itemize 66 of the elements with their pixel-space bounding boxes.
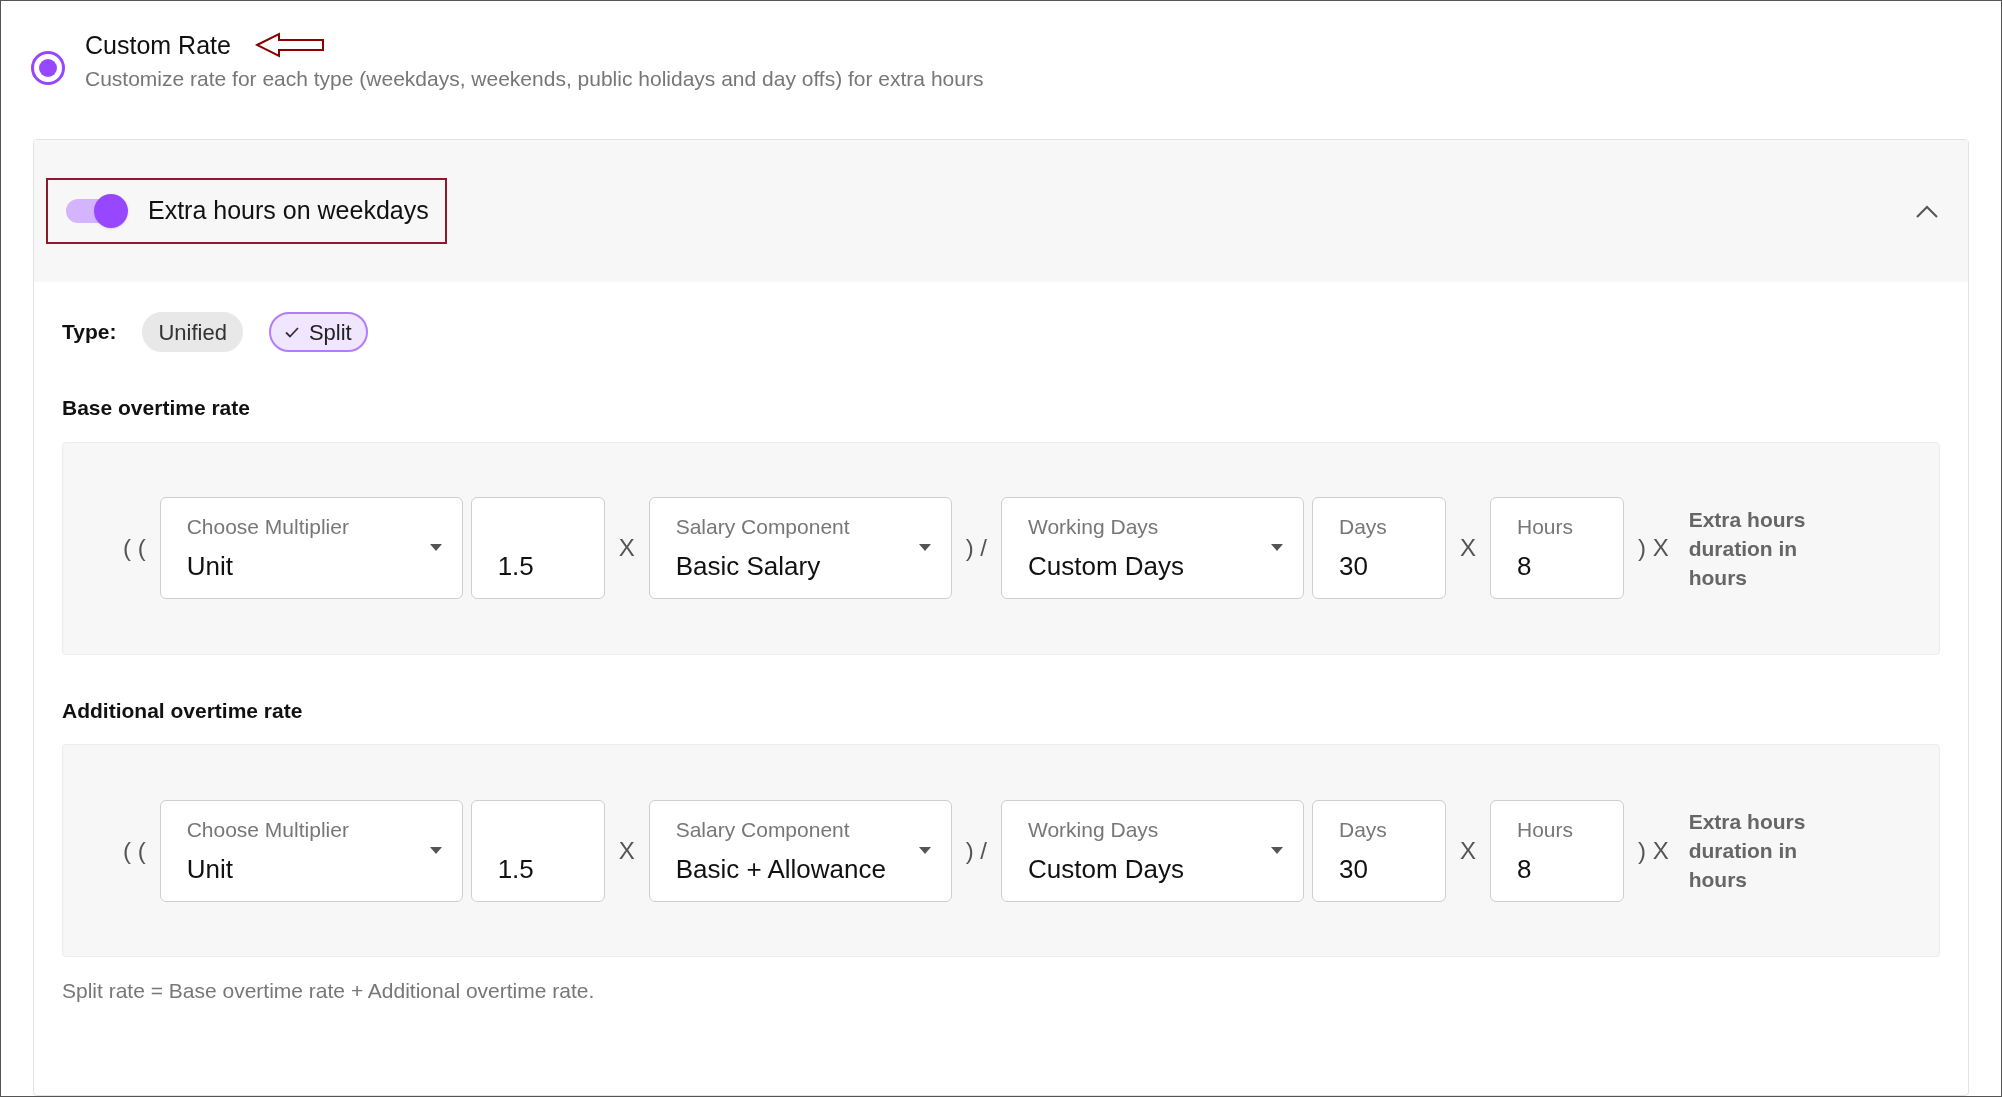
field-label: Choose Multiplier bbox=[186, 514, 349, 540]
formula-operator: ( ( bbox=[122, 835, 147, 866]
formula-operator: X bbox=[1459, 835, 1477, 866]
dropdown-caret-icon bbox=[918, 544, 931, 551]
input-field[interactable]: Days 30 bbox=[1312, 799, 1446, 902]
formula-operator: ) / bbox=[964, 533, 988, 563]
field-label: Days bbox=[1339, 816, 1387, 843]
dropdown-field[interactable]: Working Days Custom Days bbox=[1001, 799, 1304, 902]
input-field[interactable]: Hours 8 bbox=[1490, 497, 1624, 599]
field-value: 8 bbox=[1517, 852, 1532, 886]
type-chip[interactable]: Unified bbox=[142, 312, 243, 352]
field-value: 8 bbox=[1517, 550, 1532, 583]
formula-note: Extra hours duration in hours bbox=[1688, 809, 1807, 893]
field-label: Salary Component bbox=[675, 816, 850, 843]
input-field[interactable]: Days 30 bbox=[1312, 497, 1446, 599]
chevron-up-icon[interactable] bbox=[1916, 204, 1938, 218]
formula-operator: X bbox=[617, 835, 636, 866]
field-value: 30 bbox=[1339, 550, 1368, 583]
option-title: Custom Rate bbox=[85, 30, 231, 61]
option-description: Customize rate for each type (weekdays, weekends, public holidays and day offs) for extra hours bbox=[85, 66, 984, 92]
field-value: 30 bbox=[1339, 852, 1368, 886]
field-value: Unit bbox=[186, 852, 233, 886]
field-label: Hours bbox=[1517, 816, 1574, 843]
dropdown-field[interactable]: Salary Component Basic Salary bbox=[648, 497, 952, 599]
field-value: Basic + Allowance bbox=[675, 852, 886, 886]
field-label: Choose Multiplier bbox=[186, 816, 349, 843]
dropdown-caret-icon bbox=[1271, 544, 1283, 551]
radio-button[interactable] bbox=[31, 51, 65, 85]
dropdown-field[interactable]: Salary Component Basic + Allowance bbox=[648, 799, 952, 902]
input-field[interactable]: 1.5 bbox=[470, 799, 605, 902]
dropdown-field[interactable]: Choose Multiplier Unit bbox=[159, 799, 463, 902]
dropdown-caret-icon bbox=[429, 846, 442, 854]
check-icon bbox=[284, 326, 299, 338]
type-label: Type: bbox=[62, 319, 117, 346]
field-value: Basic Salary bbox=[675, 550, 821, 583]
field-value: 1.5 bbox=[497, 852, 534, 886]
input-field[interactable]: Hours 8 bbox=[1490, 799, 1624, 902]
formula-operator: X bbox=[617, 533, 636, 563]
field-value: Custom Days bbox=[1028, 550, 1185, 583]
field-label: Days bbox=[1339, 514, 1387, 540]
formula-operator: ) X bbox=[1637, 533, 1670, 563]
field-label: Salary Component bbox=[675, 514, 850, 540]
dropdown-caret-icon bbox=[1271, 846, 1283, 854]
formula-operator: ( ( bbox=[122, 533, 147, 563]
rate-title: Base overtime rate bbox=[62, 395, 251, 421]
field-value: 1.5 bbox=[497, 550, 534, 583]
dropdown-caret-icon bbox=[429, 544, 442, 551]
rate-title: Additional overtime rate bbox=[62, 697, 304, 724]
formula-note: Extra hours duration in hours bbox=[1688, 506, 1807, 591]
formula-note-text: Split rate = Base overtime rate + Additional overtime rate. bbox=[62, 978, 596, 1004]
dropdown-field[interactable]: Working Days Custom Days bbox=[1001, 497, 1304, 599]
dropdown-field[interactable]: Choose Multiplier Unit bbox=[159, 497, 463, 599]
arrow-icon bbox=[254, 32, 325, 58]
field-label: Working Days bbox=[1028, 816, 1159, 843]
type-chip[interactable]: Split bbox=[268, 312, 368, 352]
formula-operator: X bbox=[1459, 533, 1477, 563]
field-value: Custom Days bbox=[1028, 852, 1185, 886]
field-value: Unit bbox=[186, 550, 233, 583]
toggle-switch[interactable] bbox=[64, 194, 128, 228]
field-label: Working Days bbox=[1028, 514, 1159, 540]
dropdown-caret-icon bbox=[918, 846, 931, 854]
formula-operator: ) / bbox=[964, 835, 988, 866]
section-title: Extra hours on weekdays bbox=[148, 195, 429, 227]
field-label: Hours bbox=[1517, 514, 1574, 540]
input-field[interactable]: 1.5 bbox=[470, 497, 605, 599]
formula-operator: ) X bbox=[1637, 835, 1670, 866]
